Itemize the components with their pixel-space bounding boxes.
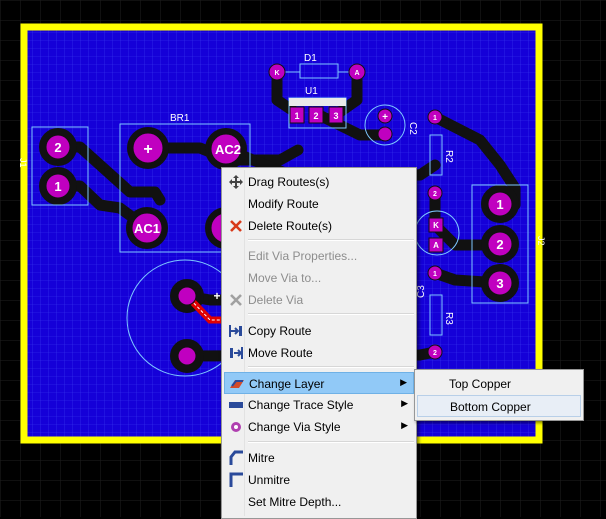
menu-item-delete-via[interactable]: Delete Via xyxy=(224,289,414,311)
svg-text:+: + xyxy=(382,112,388,123)
menu-item-unmitre[interactable]: Unmitre xyxy=(224,469,414,491)
menu-item-move-via-to[interactable]: Move Via to... xyxy=(224,267,414,289)
layer-icon xyxy=(230,380,244,388)
svg-text:+: + xyxy=(213,289,220,303)
menu-item-change-trace-style[interactable]: Change Trace Style ▶ xyxy=(224,394,414,416)
u1-tab xyxy=(289,98,346,106)
context-menu: Drag Routes(s) Modify Route Delete Route… xyxy=(221,167,417,519)
menu-item-delete-routes[interactable]: Delete Route(s) xyxy=(224,215,414,237)
menu-item-set-mitre-depth[interactable]: Set Mitre Depth... xyxy=(224,491,414,513)
svg-text:2: 2 xyxy=(433,350,437,357)
submenu-arrow-icon: ▶ xyxy=(401,420,408,430)
silk-br1: BR1 xyxy=(170,113,190,124)
submenu-item-bottom-copper[interactable]: Bottom Copper xyxy=(417,395,581,417)
svg-text:1: 1 xyxy=(54,179,61,194)
silk-c2: C2 xyxy=(407,122,418,135)
copy-route-icon xyxy=(229,325,242,337)
svg-text:A: A xyxy=(354,70,359,77)
menu-item-change-layer[interactable]: Change Layer ▶ xyxy=(224,372,414,394)
submenu-arrow-icon: ▶ xyxy=(400,377,407,387)
silk-j2: J2 xyxy=(536,236,546,246)
svg-text:K: K xyxy=(433,221,439,230)
unmitre-icon xyxy=(229,472,243,487)
menu-item-edit-via-properties[interactable]: Edit Via Properties... xyxy=(224,245,414,267)
silk-u1: U1 xyxy=(305,86,318,97)
svg-text:3: 3 xyxy=(496,276,503,291)
delete-x-icon xyxy=(230,294,242,306)
submenu-item-top-copper[interactable]: Top Copper xyxy=(417,373,581,395)
svg-text:1: 1 xyxy=(433,271,437,278)
silk-c3: C3 xyxy=(416,285,427,298)
menu-item-drag-routes[interactable]: Drag Routes(s) xyxy=(224,171,414,193)
submenu-arrow-icon: ▶ xyxy=(401,398,408,408)
svg-text:A: A xyxy=(433,241,439,250)
svg-text:1: 1 xyxy=(496,197,503,212)
svg-text:1: 1 xyxy=(433,115,437,122)
silk-r2: R2 xyxy=(443,150,454,163)
move-arrows-icon xyxy=(229,175,243,189)
svg-text:2: 2 xyxy=(496,237,503,252)
change-layer-submenu: Top Copper Bottom Copper xyxy=(414,369,584,421)
menu-item-copy-route[interactable]: Copy Route xyxy=(224,320,414,342)
menu-item-move-route[interactable]: Move Route xyxy=(224,342,414,364)
menu-item-change-via-style[interactable]: Change Via Style ▶ xyxy=(224,416,414,438)
silk-r3: R3 xyxy=(443,312,454,325)
silk-d1: D1 xyxy=(304,53,317,64)
svg-text:K: K xyxy=(274,70,279,77)
move-route-icon xyxy=(230,347,243,359)
svg-text:+: + xyxy=(143,141,152,158)
silk-j1: J1 xyxy=(18,158,28,168)
svg-text:2: 2 xyxy=(313,111,318,121)
svg-text:2: 2 xyxy=(433,191,437,198)
svg-text:2: 2 xyxy=(54,140,61,155)
svg-text:1: 1 xyxy=(294,111,299,121)
trace-style-icon xyxy=(229,402,243,408)
menu-item-modify-route[interactable]: Modify Route xyxy=(224,193,414,215)
menu-item-mitre[interactable]: Mitre xyxy=(224,447,414,469)
svg-text:AC1: AC1 xyxy=(134,221,160,236)
delete-x-icon xyxy=(230,220,242,232)
svg-text:AC2: AC2 xyxy=(215,142,241,157)
svg-text:3: 3 xyxy=(333,111,338,121)
mitre-icon xyxy=(229,450,243,465)
via-style-icon xyxy=(231,422,241,432)
